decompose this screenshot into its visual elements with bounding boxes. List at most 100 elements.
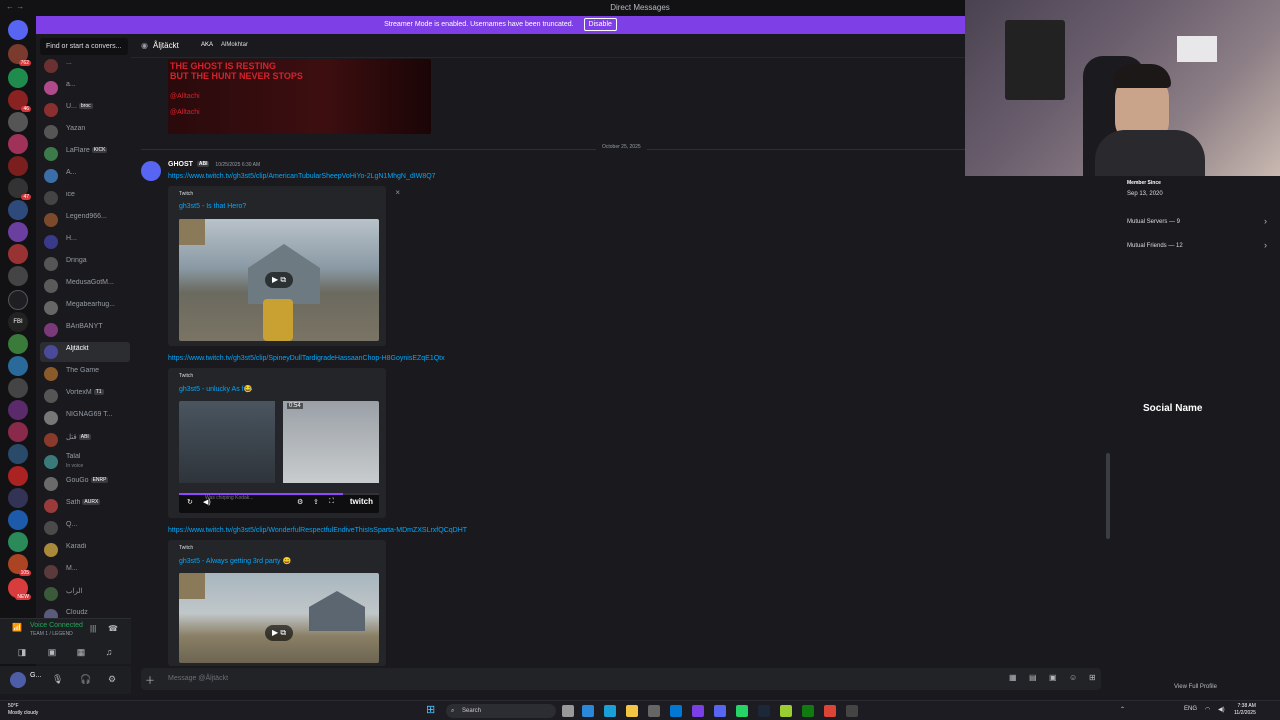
wifi-icon[interactable]: ◠ (1205, 706, 1210, 713)
dm-item[interactable]: Åljtäckt (40, 342, 130, 362)
voice-status[interactable]: Voice Connected (30, 622, 83, 629)
server-icon[interactable] (8, 222, 28, 242)
dm-item[interactable]: Legend966... (40, 210, 130, 230)
server-icon[interactable] (8, 356, 28, 376)
apps-icon[interactable]: ⊞ (1089, 673, 1096, 682)
server-icon[interactable]: 46 (8, 90, 31, 112)
embed-title[interactable]: gh3st5 - unlucky As f😂 (179, 385, 252, 393)
recipient-name[interactable]: Åljtäckt (153, 41, 179, 50)
server-icon[interactable]: NEW (8, 578, 31, 600)
server-icon[interactable] (8, 400, 28, 420)
dm-item[interactable]: Karadi (40, 540, 130, 560)
disable-button[interactable]: Disable (583, 18, 617, 31)
discord-taskbar-icon[interactable] (714, 705, 726, 717)
voice-channel[interactable]: TEAM 1 / LEGEND (30, 631, 73, 637)
dm-item[interactable]: A... (40, 166, 130, 186)
server-icon[interactable] (8, 378, 28, 398)
server-icon[interactable] (8, 156, 28, 176)
steam-icon[interactable] (758, 705, 770, 717)
author-name[interactable]: GHOST (168, 161, 193, 168)
home-icon[interactable] (8, 20, 28, 40)
server-icon[interactable] (8, 334, 28, 354)
chrome-icon[interactable] (824, 705, 836, 717)
gift-icon[interactable]: ▦ (1009, 673, 1017, 682)
camera-icon[interactable]: ◨ (14, 647, 30, 661)
weather-widget[interactable]: 50°F Mostly cloudy (8, 703, 38, 717)
server-icon[interactable] (8, 68, 28, 88)
progress-bar[interactable] (179, 493, 343, 495)
taskbar-search[interactable]: ⌕ Search (446, 704, 556, 718)
headphones-icon[interactable]: 🎧 (80, 674, 91, 685)
close-icon[interactable]: × (395, 188, 400, 197)
windows-start-icon[interactable]: ⊞ (426, 705, 437, 716)
video-player[interactable]: 0:54 ↻ ◀) Was chirping Kodak... ⚙ ⇪ ⛶ tw… (179, 401, 379, 513)
dm-item[interactable]: BAriBANYT (40, 320, 130, 340)
server-icon[interactable] (8, 244, 28, 264)
server-icon[interactable] (8, 444, 28, 464)
dm-item[interactable]: a... (40, 78, 130, 98)
dm-item[interactable]: U... broc (40, 100, 130, 120)
dm-item[interactable]: ice (40, 188, 130, 208)
clip-link[interactable]: https://www.twitch.tv/gh3st5/clip/Wonder… (168, 527, 467, 534)
poster-image[interactable]: THE GHOST IS RESTING BUT THE HUNT NEVER … (168, 59, 431, 134)
dm-item[interactable]: The Game (40, 364, 130, 384)
video-thumbnail[interactable]: ▶ ⧉ (179, 219, 379, 341)
server-icon[interactable]: 105 (8, 554, 31, 576)
task-view-icon[interactable] (562, 705, 574, 717)
activities-icon[interactable]: ▦ (73, 647, 89, 661)
gear-icon[interactable]: ⚙ (108, 674, 116, 685)
dm-item[interactable]: Q... (40, 518, 130, 538)
dm-item[interactable]: Dringa (40, 254, 130, 274)
server-icon[interactable] (8, 200, 28, 220)
folder-icon[interactable] (8, 290, 28, 310)
outlook-icon[interactable] (670, 705, 682, 717)
dm-item[interactable]: NIGNAG69 T... (40, 408, 130, 428)
app-icon[interactable] (846, 705, 858, 717)
chat-scrollbar[interactable] (1106, 453, 1110, 539)
server-icon[interactable] (8, 488, 28, 508)
dm-item[interactable]: الراب (40, 584, 130, 604)
chevron-up-icon[interactable]: ⌃ (1120, 706, 1125, 713)
clip-link[interactable]: https://www.twitch.tv/gh3st5/clip/Spiney… (168, 355, 445, 362)
edge-icon[interactable] (604, 705, 616, 717)
dm-item[interactable]: VortexM T1 (40, 386, 130, 406)
gif-icon[interactable]: ▤ (1029, 673, 1037, 682)
system-clock[interactable]: 7:38 AM 11/2/2025 (1234, 703, 1256, 717)
username[interactable]: G... (30, 672, 41, 679)
play-icon[interactable]: ▶ ⧉ (265, 272, 293, 288)
disconnect-icon[interactable]: ☎ (108, 624, 118, 633)
file-explorer-icon[interactable] (626, 705, 638, 717)
message-author[interactable]: GHOST ABI 10/25/2025 6:30 AM (168, 161, 260, 168)
soundboard-icon[interactable]: ♫ (101, 647, 117, 661)
server-icon[interactable]: 47 (8, 178, 31, 200)
dm-item[interactable]: قتل ABI (40, 430, 130, 450)
dm-item[interactable]: LaFlare KICK (40, 144, 130, 164)
language-indicator[interactable]: ENG (1184, 706, 1197, 712)
server-icon[interactable]: 762 (8, 44, 31, 66)
clip-link[interactable]: https://www.twitch.tv/gh3st5/clip/Americ… (168, 173, 436, 180)
dm-item[interactable]: Megabearhug... (40, 298, 130, 318)
server-icon[interactable]: FBI (8, 312, 28, 332)
screen-share-icon[interactable]: ▣ (44, 647, 60, 661)
fullscreen-icon[interactable]: ⛶ (329, 498, 334, 506)
emoji-icon[interactable]: ☺ (1069, 673, 1077, 682)
store-icon[interactable] (648, 705, 660, 717)
volume-icon[interactable]: ◀) (1218, 706, 1225, 713)
dm-item[interactable]: Yazan (40, 122, 130, 142)
dm-search-input[interactable]: Find or start a convers... (40, 38, 128, 55)
server-icon[interactable] (8, 510, 28, 530)
dm-item[interactable]: ... (40, 56, 130, 76)
xbox-icon[interactable] (802, 705, 814, 717)
server-icon[interactable] (8, 134, 28, 154)
server-icon[interactable] (8, 422, 28, 442)
dm-item[interactable]: Sath AURX (40, 496, 130, 516)
dm-item[interactable]: GouGo ENRP (40, 474, 130, 494)
avatar[interactable] (10, 672, 26, 688)
embed-title[interactable]: gh3st5 - Is that Hero? (179, 203, 246, 210)
server-icon[interactable] (8, 112, 28, 132)
add-attachment-icon[interactable]: ＋ (145, 672, 155, 687)
dm-item[interactable]: MedusaGotM... (40, 276, 130, 296)
app-icon[interactable] (780, 705, 792, 717)
mic-icon[interactable]: 🎙 (52, 674, 63, 685)
video-thumbnail[interactable]: ▶ ⧉ (179, 573, 379, 663)
